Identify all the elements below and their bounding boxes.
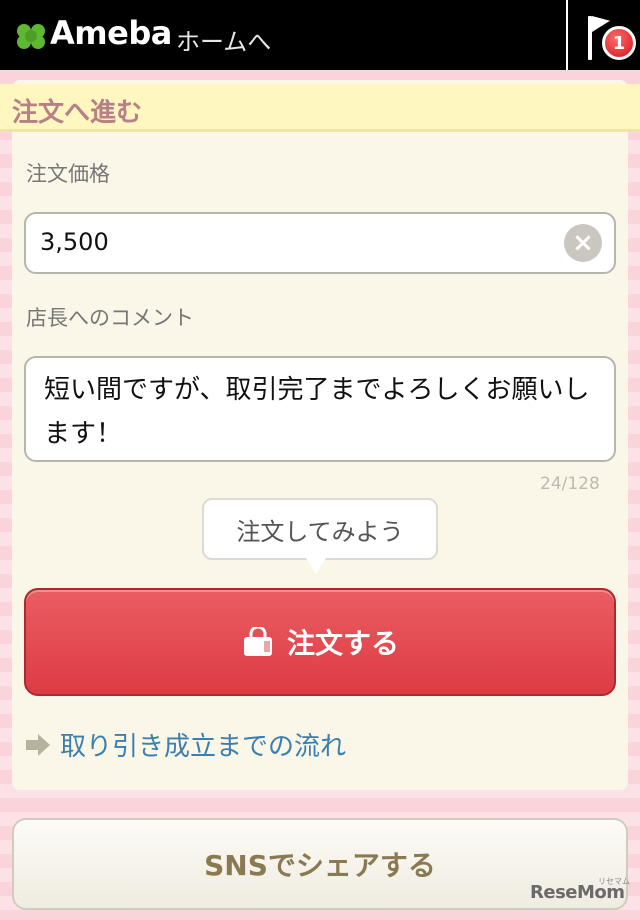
price-input[interactable]: 3,500 × — [24, 212, 616, 274]
section-title: 注文へ進む — [12, 98, 143, 128]
clear-icon[interactable]: × — [564, 224, 602, 262]
order-button[interactable]: 注文する — [24, 588, 616, 696]
flag-icon — [588, 16, 592, 60]
flow-link-label[interactable]: 取り引き成立までの流れ — [60, 726, 346, 763]
shopping-bag-icon — [243, 627, 272, 656]
notification-badge: 1 — [602, 26, 636, 60]
arrow-right-icon — [26, 733, 50, 756]
section-header: 注文へ進む — [0, 84, 640, 132]
notification-button[interactable]: 1 — [574, 8, 640, 64]
tooltip-bubble: 注文してみよう — [202, 498, 438, 560]
flow-link[interactable]: 取り引き成立までの流れ — [26, 726, 346, 763]
tooltip-tail — [306, 558, 326, 574]
clover-logo-icon — [17, 24, 45, 49]
top-bar: Ameba ホームへ 1 — [0, 0, 640, 70]
ameba-logo[interactable]: Ameba — [50, 14, 172, 52]
home-link[interactable]: ホームへ — [176, 22, 271, 57]
char-counter: 24/128 — [540, 474, 600, 494]
header-divider — [566, 0, 568, 70]
comment-value[interactable]: 短い間ですが、取引完了までよろしくお願いします！ — [44, 368, 598, 456]
comment-label: 店長へのコメント — [26, 306, 194, 330]
price-label: 注文価格 — [26, 162, 110, 186]
comment-textarea[interactable]: 短い間ですが、取引完了までよろしくお願いします！ — [24, 356, 616, 462]
watermark-small: リセマム — [598, 877, 630, 886]
price-value[interactable]: 3,500 — [40, 228, 109, 256]
order-button-label: 注文する — [286, 627, 399, 660]
